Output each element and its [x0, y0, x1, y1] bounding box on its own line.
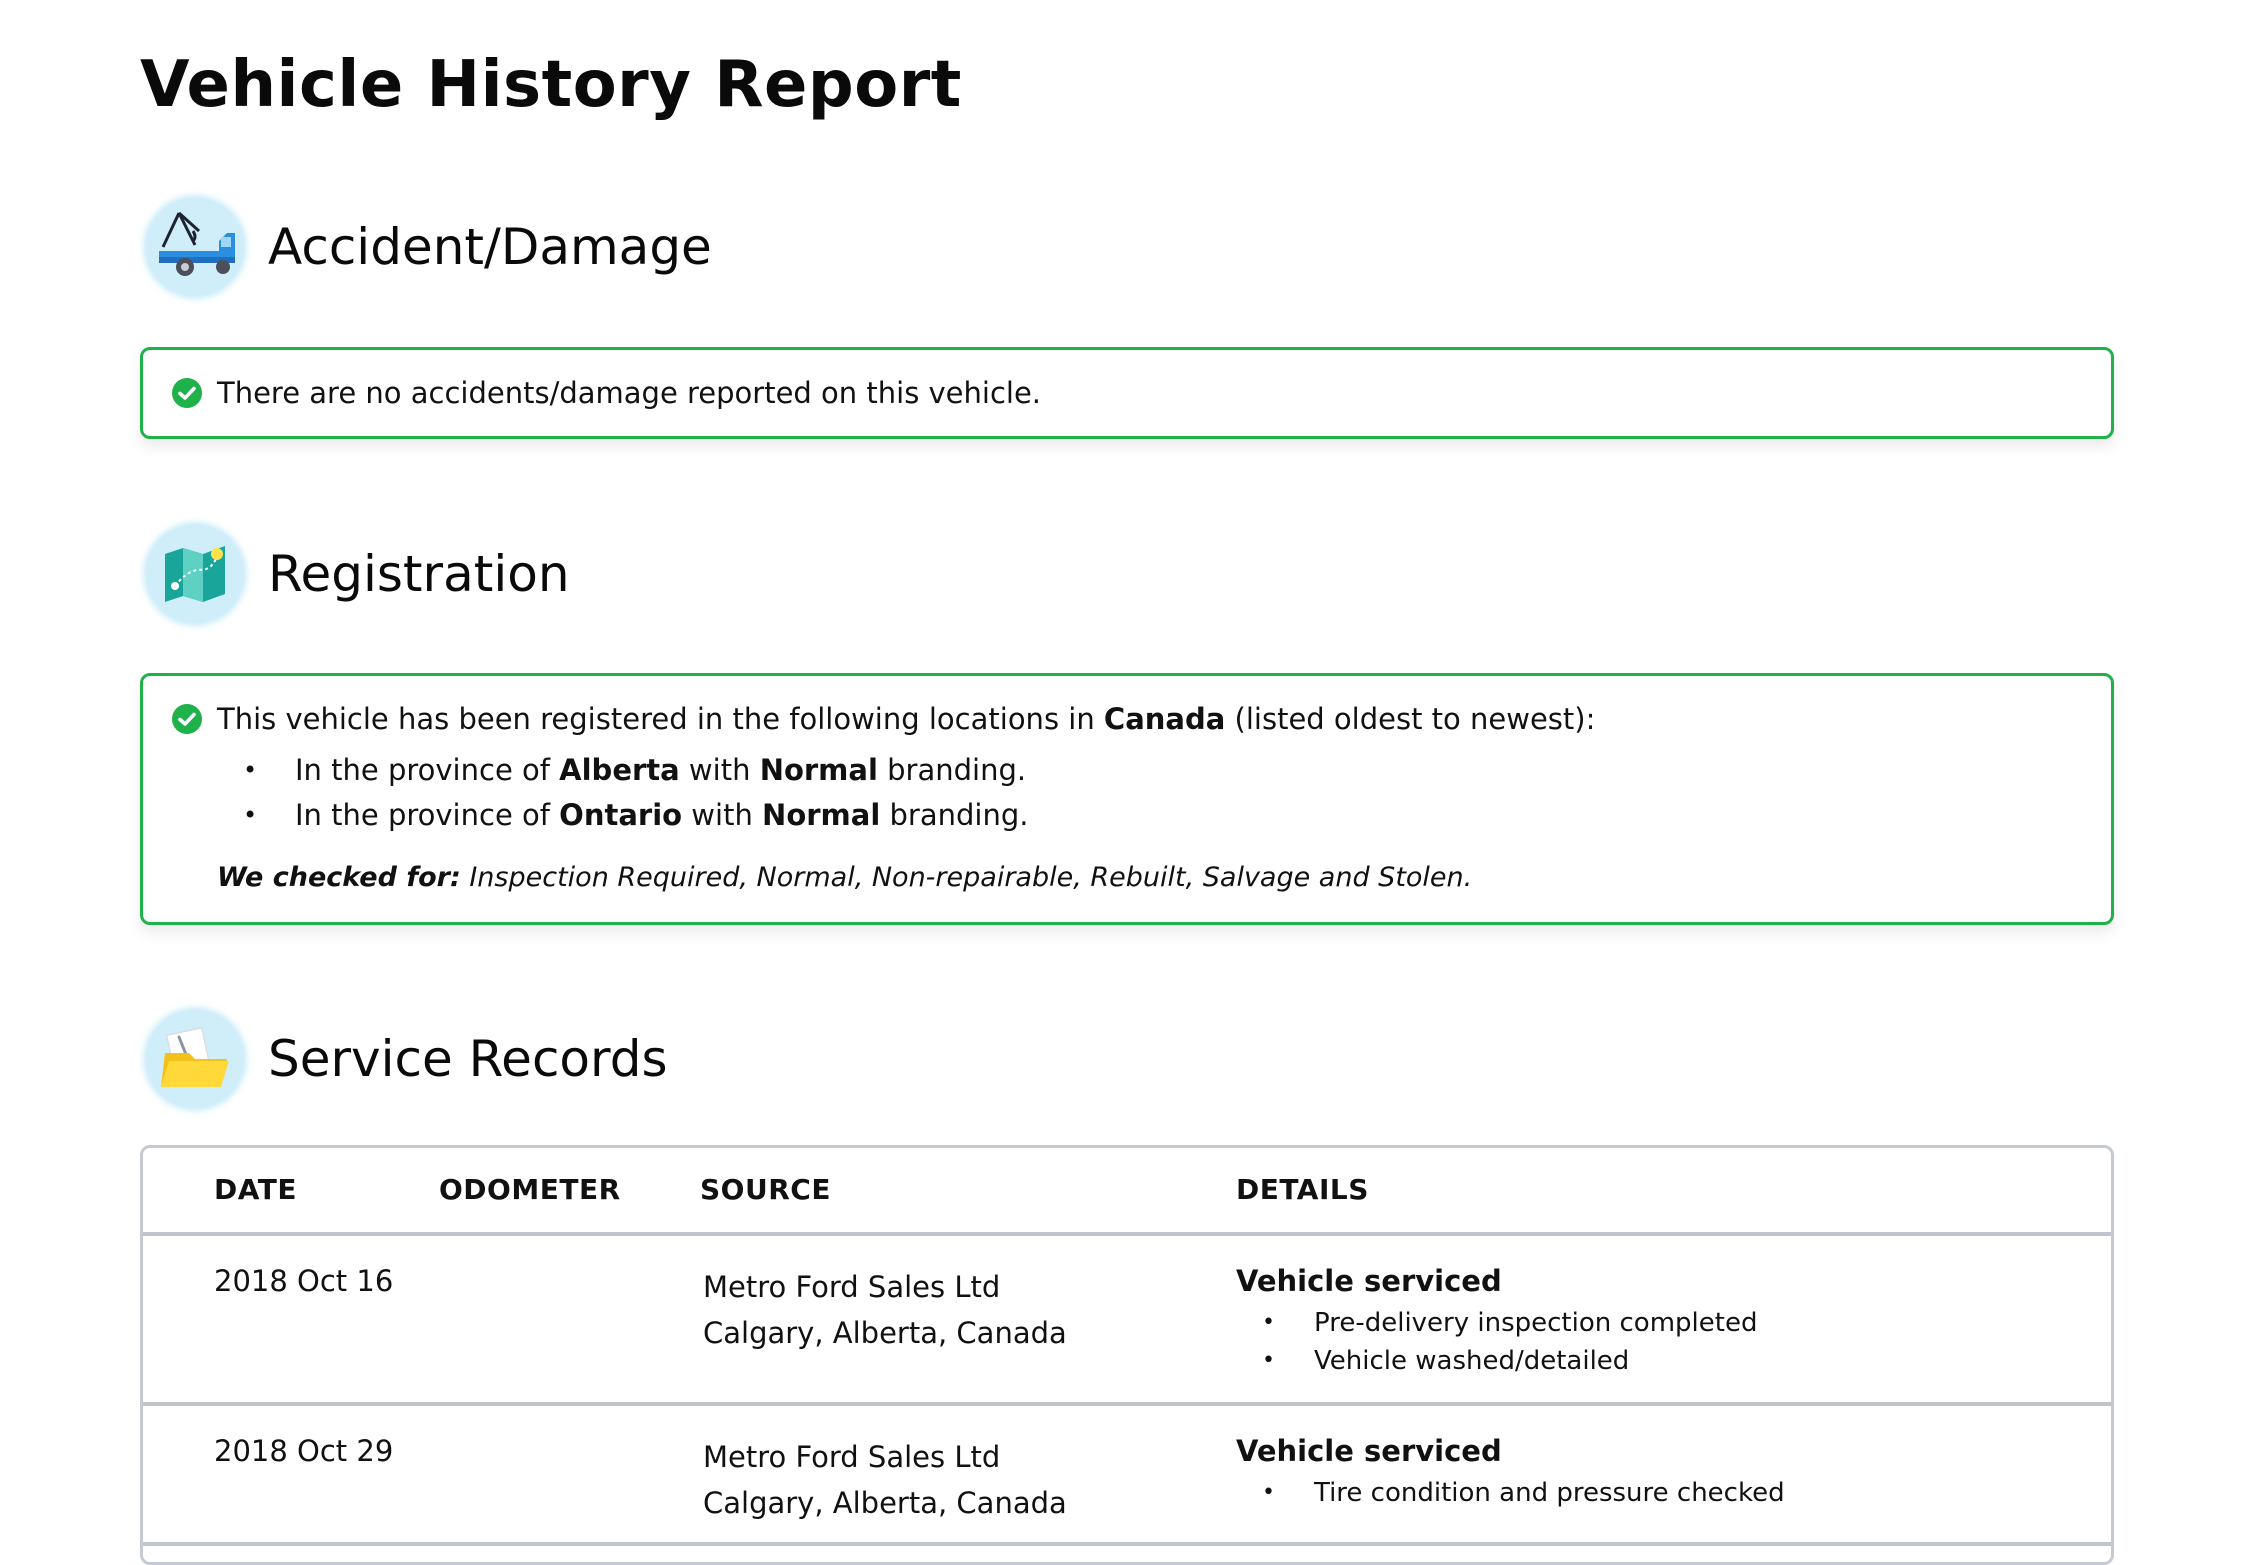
- registration-country: Canada: [1103, 702, 1226, 736]
- tow-truck-icon: [146, 198, 244, 296]
- column-header-details: DETAILS: [1236, 1173, 1369, 1206]
- registration-intro: This vehicle has been registered in the …: [217, 702, 1596, 736]
- details-list: Tire condition and pressure checked: [1236, 1474, 1785, 1512]
- row-details: Vehicle serviced Pre-delivery inspection…: [1236, 1264, 1757, 1380]
- registration-location-item: In the province of Alberta with Normal b…: [243, 748, 1028, 793]
- accident-status-box: There are no accidents/damage reported o…: [140, 347, 2114, 439]
- service-section-title: Service Records: [268, 1030, 668, 1088]
- province-name: Ontario: [559, 798, 683, 832]
- row-date: 2018 Oct 29: [214, 1434, 394, 1468]
- table-header: DATE ODOMETER SOURCE DETAILS: [143, 1148, 2111, 1236]
- branding-name: Normal: [759, 753, 878, 787]
- service-section-header: Service Records: [146, 1009, 668, 1109]
- check-circle-icon: [172, 704, 202, 734]
- source-name: Metro Ford Sales Ltd: [703, 1270, 1001, 1304]
- checked-for-label: We checked for:: [217, 862, 461, 893]
- accident-status-message: There are no accidents/damage reported o…: [217, 376, 1042, 410]
- table-row: 2018 Oct 29 Metro Ford Sales Ltd Calgary…: [143, 1406, 2111, 1546]
- column-header-source: SOURCE: [700, 1173, 831, 1206]
- row-source: Metro Ford Sales Ltd Calgary, Alberta, C…: [703, 1264, 1067, 1356]
- registration-location-item: In the province of Ontario with Normal b…: [243, 793, 1028, 838]
- column-header-date: DATE: [214, 1173, 297, 1206]
- row-source: Metro Ford Sales Ltd Calgary, Alberta, C…: [703, 1434, 1067, 1526]
- details-title: Vehicle serviced: [1236, 1434, 1502, 1468]
- registration-section-title: Registration: [268, 545, 570, 603]
- checked-for-items: Inspection Required, Normal, Non-repaira…: [460, 862, 1473, 893]
- registration-section-header: Registration: [146, 524, 570, 624]
- folder-icon: [146, 1010, 244, 1108]
- province-name: Alberta: [559, 753, 680, 787]
- details-item: Pre-delivery inspection completed: [1236, 1304, 1757, 1342]
- table-row: 2018 Oct 16 Metro Ford Sales Ltd Calgary…: [143, 1236, 2111, 1406]
- source-name: Metro Ford Sales Ltd: [703, 1440, 1001, 1474]
- details-item: Vehicle washed/detailed: [1236, 1342, 1757, 1380]
- registration-status-box: This vehicle has been registered in the …: [140, 673, 2114, 925]
- registration-locations-list: In the province of Alberta with Normal b…: [243, 748, 1028, 838]
- map-icon: [146, 525, 244, 623]
- page-title: Vehicle History Report: [140, 48, 962, 122]
- details-list: Pre-delivery inspection completed Vehicl…: [1236, 1304, 1757, 1380]
- column-header-odometer: ODOMETER: [439, 1173, 621, 1206]
- source-location: Calgary, Alberta, Canada: [703, 1316, 1067, 1350]
- details-item: Tire condition and pressure checked: [1236, 1474, 1785, 1512]
- accident-section-header: Accident/Damage: [146, 197, 712, 297]
- branding-name: Normal: [762, 798, 881, 832]
- accident-section-title: Accident/Damage: [268, 218, 712, 276]
- checked-for-note: We checked for: Inspection Required, Nor…: [217, 862, 1472, 893]
- row-date: 2018 Oct 16: [214, 1264, 394, 1298]
- source-location: Calgary, Alberta, Canada: [703, 1486, 1067, 1520]
- details-title: Vehicle serviced: [1236, 1264, 1502, 1298]
- row-details: Vehicle serviced Tire condition and pres…: [1236, 1434, 1785, 1512]
- service-records-table: DATE ODOMETER SOURCE DETAILS 2018 Oct 16…: [140, 1145, 2114, 1565]
- check-circle-icon: [172, 378, 202, 408]
